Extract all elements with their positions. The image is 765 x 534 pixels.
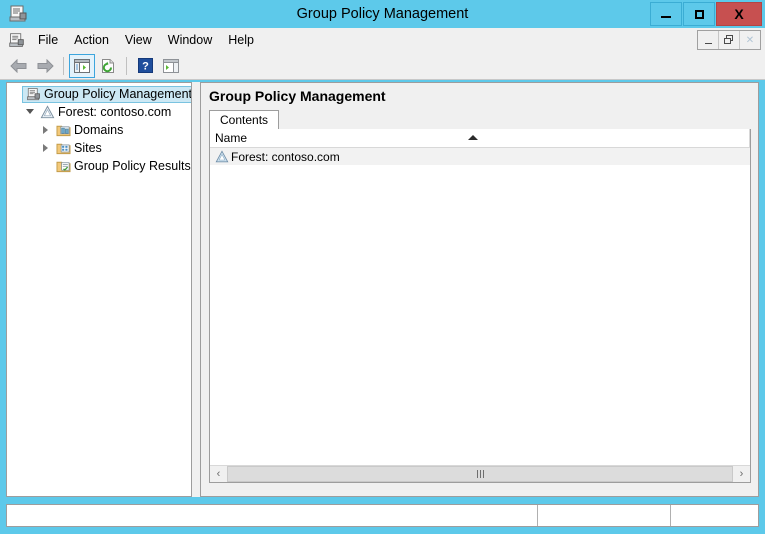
tree-node-group-policy-results[interactable]: Group Policy Results — [7, 157, 191, 175]
tree-node-label: Group Policy Results — [74, 159, 191, 173]
forest-icon — [213, 149, 231, 164]
tab-strip: Contents — [209, 109, 280, 130]
show-hide-action-pane-button[interactable] — [158, 54, 184, 78]
console-scroll-icon — [8, 32, 25, 49]
mdi-close-button[interactable]: ✕ — [740, 31, 760, 49]
minimize-button[interactable] — [650, 2, 682, 26]
refresh-button[interactable] — [95, 54, 121, 78]
mdi-minimize-button[interactable] — [698, 31, 719, 49]
tree-node-sites[interactable]: Sites — [7, 139, 191, 157]
group-policy-management-window: Group Policy Management X File Action Vi… — [0, 0, 765, 534]
tree-node-label: Group Policy Management — [44, 87, 192, 101]
minimize-icon — [651, 3, 681, 25]
title-bar: Group Policy Management X — [0, 0, 765, 28]
domains-folder-icon — [54, 123, 72, 137]
column-header-label: Name — [215, 131, 248, 145]
tree-node-label: Forest: contoso.com — [58, 105, 172, 119]
toolbar-separator — [63, 56, 64, 75]
work-area: Group Policy Management Forest: contoso.… — [6, 82, 759, 502]
tree-twisty-collapsed[interactable] — [39, 126, 53, 134]
restore-icon — [724, 35, 733, 44]
sites-folder-icon — [54, 141, 72, 155]
menu-bar: File Action View Window Help ✕ — [0, 28, 765, 53]
menu-help[interactable]: Help — [220, 30, 262, 50]
results-folder-icon — [54, 159, 72, 173]
tree-twisty-expanded[interactable] — [23, 108, 37, 117]
menu-window[interactable]: Window — [160, 30, 220, 50]
listview-header: Name — [210, 129, 750, 148]
toolbar: ? — [0, 52, 765, 80]
mdi-window-controls: ✕ — [697, 30, 761, 50]
content-pane: Group Policy Management Contents Name Fo… — [200, 82, 759, 497]
column-header-name[interactable]: Name — [210, 129, 750, 147]
scrollbar-thumb[interactable] — [227, 466, 733, 482]
mdi-restore-button[interactable] — [719, 31, 740, 49]
status-panel-main — [7, 505, 538, 526]
scroll-right-button[interactable]: › — [733, 466, 750, 482]
help-button[interactable]: ? — [132, 54, 158, 78]
forward-button[interactable] — [32, 54, 58, 78]
list-item[interactable]: Forest: contoso.com — [210, 148, 750, 165]
left-arrow-icon — [10, 58, 27, 73]
caption-buttons: X — [649, 2, 762, 26]
status-bar — [6, 504, 759, 527]
contents-listview: Name Forest: contoso.com ‹ › — [209, 129, 751, 483]
close-button[interactable]: X — [716, 2, 762, 26]
question-mark-icon: ? — [137, 58, 153, 73]
forest-icon — [38, 104, 56, 120]
menu-file[interactable]: File — [30, 30, 66, 50]
console-tree-icon — [74, 58, 90, 73]
minimize-icon — [704, 42, 712, 44]
horizontal-scrollbar[interactable]: ‹ › — [210, 465, 750, 482]
status-panel-second — [538, 505, 671, 526]
menu-view[interactable]: View — [117, 30, 160, 50]
action-pane-icon — [163, 58, 179, 73]
tree-node-label: Sites — [74, 141, 102, 155]
sort-ascending-icon — [468, 135, 478, 140]
show-hide-console-tree-button[interactable] — [69, 53, 95, 78]
svg-text:?: ? — [142, 61, 149, 73]
tree-node-label: Domains — [74, 123, 124, 137]
pane-splitter[interactable] — [192, 82, 200, 497]
list-item-label: Forest: contoso.com — [231, 149, 340, 164]
maximize-button[interactable] — [683, 2, 715, 26]
close-icon: X — [734, 6, 744, 22]
console-scroll-icon — [24, 87, 42, 102]
tree-node-domains[interactable]: Domains — [7, 121, 191, 139]
tree-twisty-collapsed[interactable] — [39, 144, 53, 152]
menu-items: File Action View Window Help — [30, 28, 262, 52]
page-title: Group Policy Management — [209, 88, 386, 104]
maximize-icon — [684, 3, 714, 25]
back-button[interactable] — [6, 54, 32, 78]
grip-icon — [476, 470, 484, 478]
refresh-page-icon — [102, 58, 114, 73]
toolbar-separator — [126, 56, 127, 75]
status-panel-third — [671, 505, 758, 526]
tree-node-forest[interactable]: Forest: contoso.com — [7, 103, 191, 121]
tab-contents[interactable]: Contents — [209, 110, 280, 130]
listview-rows: Forest: contoso.com — [210, 148, 750, 165]
menu-action[interactable]: Action — [66, 30, 117, 50]
right-arrow-icon — [37, 58, 54, 73]
console-tree-pane: Group Policy Management Forest: contoso.… — [6, 82, 192, 497]
scroll-left-button[interactable]: ‹ — [210, 466, 227, 482]
tree-node-group-policy-management[interactable]: Group Policy Management — [7, 85, 191, 103]
scrollbar-track[interactable] — [227, 466, 733, 482]
